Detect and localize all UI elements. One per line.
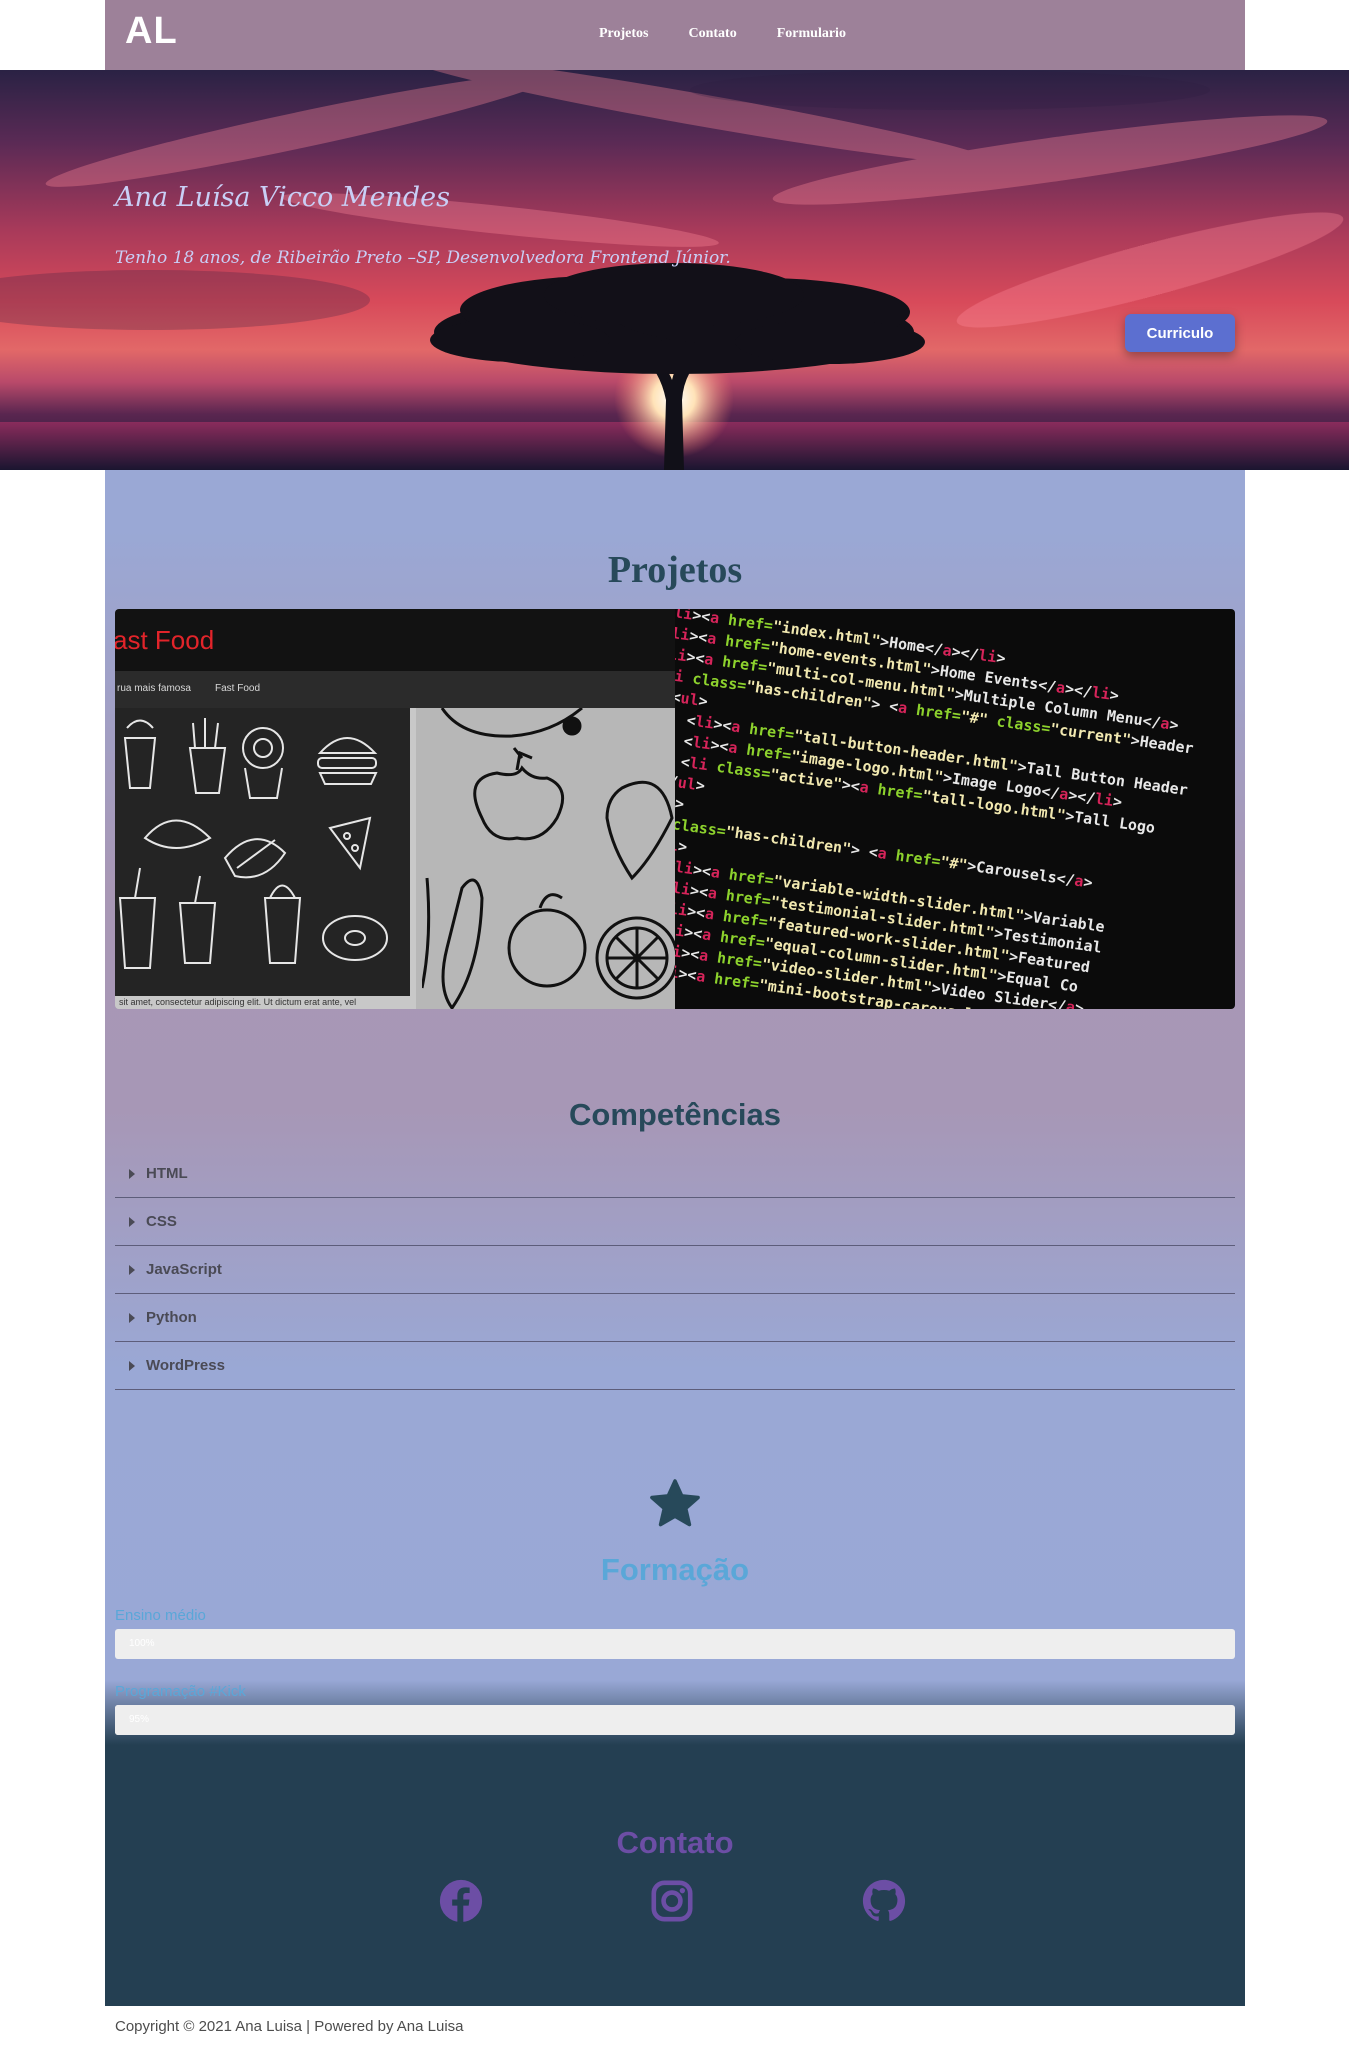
instagram-icon[interactable] bbox=[649, 1878, 695, 1924]
star-icon bbox=[647, 1478, 703, 1532]
site-header: AL Projetos Contato Formulario bbox=[105, 0, 1245, 70]
main-content: Projetos ast Food rua mais famosa Fast F… bbox=[105, 470, 1245, 2006]
progress-bar-programacao-kick: 95% bbox=[115, 1705, 1235, 1735]
progress-percent: 100% bbox=[129, 1638, 155, 1649]
fast-food-doodles bbox=[118, 718, 388, 969]
food-nav-item: rua mais famosa bbox=[117, 683, 191, 694]
progress-percent: 95% bbox=[129, 1714, 150, 1725]
facebook-icon[interactable] bbox=[438, 1878, 484, 1924]
caret-right-icon bbox=[129, 1312, 135, 1323]
formacao-title: Formação bbox=[600, 1552, 750, 1587]
accordion-label: HTML bbox=[146, 1165, 188, 1182]
accordion-label: JavaScript bbox=[146, 1261, 222, 1278]
accordion-item-html[interactable]: HTML bbox=[115, 1150, 1235, 1198]
accordion-label: WordPress bbox=[146, 1357, 225, 1374]
footer-copyright: Copyright © 2021 Ana Luisa | Powered by … bbox=[115, 2018, 464, 2035]
caret-right-icon bbox=[129, 1216, 135, 1227]
hero-subtitle: Tenho 18 anos, de Ribeirão Preto –SP, De… bbox=[115, 248, 731, 268]
accordion-item-python[interactable]: Python bbox=[115, 1294, 1235, 1342]
accordion-label: CSS bbox=[146, 1213, 177, 1230]
food-caption-text: sit amet, consectetur adipiscing elit. U… bbox=[119, 997, 357, 1007]
progress-fill bbox=[115, 1629, 1235, 1659]
progress-label-programacao-kick: Programação #Kick bbox=[115, 1683, 246, 1700]
vegetable-doodles bbox=[422, 708, 675, 1009]
code-snippet: <li><a href="index.html">Home</a></li><l… bbox=[675, 609, 1204, 1009]
competencias-title: Competências bbox=[569, 1097, 781, 1132]
github-icon[interactable] bbox=[861, 1878, 907, 1924]
food-illustration-dark bbox=[115, 708, 416, 998]
caret-right-icon bbox=[129, 1264, 135, 1275]
project-card-code[interactable]: <li><a href="index.html">Home</a></li><l… bbox=[675, 609, 1235, 1009]
skills-accordion: HTML CSS JavaScript Python WordPress bbox=[115, 1150, 1235, 1390]
site-logo[interactable]: AL bbox=[125, 10, 178, 53]
nav-link-contato[interactable]: Contato bbox=[689, 26, 737, 42]
sunset-tree-background bbox=[0, 70, 1349, 470]
nav-link-projetos[interactable]: Projetos bbox=[599, 26, 649, 42]
accordion-item-css[interactable]: CSS bbox=[115, 1198, 1235, 1246]
accordion-item-wordpress[interactable]: WordPress bbox=[115, 1342, 1235, 1390]
curriculo-button[interactable]: Curriculo bbox=[1125, 314, 1235, 352]
projetos-title: Projetos bbox=[607, 549, 743, 591]
food-nav-item: Fast Food bbox=[215, 683, 261, 694]
nav-link-formulario[interactable]: Formulario bbox=[777, 26, 846, 42]
hero-banner: Ana Luísa Vicco Mendes Tenho 18 anos, de… bbox=[0, 70, 1349, 470]
projects-gallery: ast Food rua mais famosa Fast Food sit a… bbox=[115, 609, 1235, 1009]
hero-name: Ana Luísa Vicco Mendes bbox=[115, 182, 450, 213]
food-site-title: ast Food bbox=[115, 625, 215, 655]
contato-title: Contato bbox=[616, 1825, 734, 1860]
caret-right-icon bbox=[129, 1360, 135, 1371]
main-nav: Projetos Contato Formulario bbox=[599, 26, 846, 42]
food-topbar: ast Food bbox=[115, 609, 675, 671]
progress-label-ensino-medio: Ensino médio bbox=[115, 1607, 206, 1624]
progress-bar-ensino-medio: 100% bbox=[115, 1629, 1235, 1659]
food-nav: rua mais famosa Fast Food bbox=[115, 671, 675, 708]
food-caption: sit amet, consectetur adipiscing elit. U… bbox=[115, 996, 416, 1009]
accordion-label: Python bbox=[146, 1309, 197, 1326]
project-card-fast-food[interactable]: ast Food rua mais famosa Fast Food sit a… bbox=[115, 609, 675, 1009]
progress-fill bbox=[115, 1705, 1179, 1735]
accordion-item-javascript[interactable]: JavaScript bbox=[115, 1246, 1235, 1294]
caret-right-icon bbox=[129, 1168, 135, 1179]
